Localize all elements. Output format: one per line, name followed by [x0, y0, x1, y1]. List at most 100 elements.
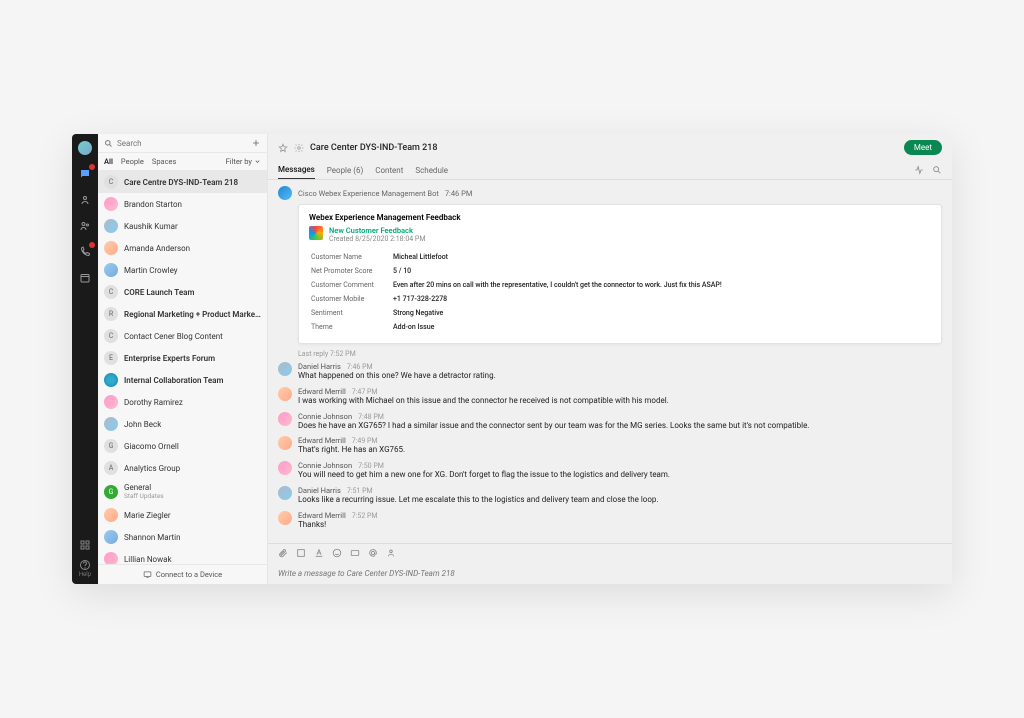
space-name: CORE Launch Team	[124, 288, 194, 297]
format-icon[interactable]	[314, 548, 324, 558]
chat-icon[interactable]	[77, 166, 93, 182]
message-author: Daniel Harris	[298, 362, 341, 371]
space-item[interactable]: Internal Collaboration Team	[98, 369, 267, 391]
card-field-value: 5 / 10	[393, 265, 929, 277]
emoji-icon[interactable]	[332, 548, 342, 558]
space-item[interactable]: John Beck	[98, 413, 267, 435]
card-table: Customer NameMicheal Littlefoot Net Promo…	[309, 249, 931, 335]
filter-spaces[interactable]: Spaces	[152, 157, 177, 166]
tab-schedule[interactable]: Schedule	[415, 162, 448, 179]
space-item[interactable]: RRegional Marketing + Product Marketing	[98, 303, 267, 325]
message-author: Connie Johnson	[298, 461, 352, 470]
favorite-icon[interactable]	[278, 143, 288, 153]
space-item[interactable]: Martin Crowley	[98, 259, 267, 281]
space-avatar: A	[104, 461, 118, 475]
space-item[interactable]: Brandon Starton	[98, 193, 267, 215]
space-avatar	[104, 530, 118, 544]
card-row: Net Promoter Score5 / 10	[311, 265, 929, 277]
settings-icon[interactable]	[294, 143, 304, 153]
space-avatar	[104, 508, 118, 522]
contacts-icon[interactable]	[77, 192, 93, 208]
compose-input[interactable]	[278, 569, 942, 578]
space-avatar: G	[104, 439, 118, 453]
card-field-value: Strong Negative	[393, 307, 929, 319]
calls-icon[interactable]	[77, 244, 93, 260]
filter-people[interactable]: People	[121, 157, 144, 166]
filter-row: All People Spaces Filter by	[98, 153, 267, 171]
space-item[interactable]: Marie Ziegler	[98, 504, 267, 526]
bot-header: Cisco Webex Experience Management Bot 7:…	[278, 186, 942, 200]
unread-badge	[89, 164, 95, 170]
space-item[interactable]: A Analytics Group	[98, 457, 267, 479]
activity-icon[interactable]	[914, 165, 924, 175]
space-item[interactable]: Kaushik Kumar	[98, 215, 267, 237]
message-text: You will need to get him a new one for X…	[298, 470, 942, 481]
card-field-value: Even after 20 mins on call with the repr…	[393, 279, 929, 291]
search-messages-icon[interactable]	[932, 165, 942, 175]
space-avatar: E	[104, 351, 118, 365]
help-button[interactable]: Help	[79, 559, 91, 578]
message: Daniel Harris7:46 PMWhat happened on thi…	[278, 362, 942, 382]
space-name: Brandon Starton	[124, 200, 182, 209]
message: Edward Merrill7:52 PMThanks!	[278, 511, 942, 531]
message: Daniel Harris7:51 PMLooks like a recurri…	[278, 486, 942, 506]
space-item[interactable]: CContact Cener Blog Content	[98, 325, 267, 347]
gif-icon[interactable]	[350, 548, 360, 558]
help-label: Help	[79, 571, 91, 578]
space-item[interactable]: Lillian Nowak	[98, 548, 267, 564]
space-avatar: C	[104, 175, 118, 189]
space-item[interactable]: CCORE Launch Team	[98, 281, 267, 303]
space-name: Contact Cener Blog Content	[124, 332, 223, 341]
calendar-icon[interactable]	[77, 270, 93, 286]
space-name: Analytics Group	[124, 464, 180, 473]
card-row: Customer NameMicheal Littlefoot	[311, 251, 929, 263]
card-row: ThemeAdd-on Issue	[311, 321, 929, 333]
add-icon[interactable]	[251, 138, 261, 148]
space-name: General	[124, 483, 164, 492]
space-item[interactable]: Shannon Martin	[98, 526, 267, 548]
message-time: 7:51 PM	[347, 487, 373, 495]
user-avatar[interactable]	[77, 140, 93, 156]
apps-icon[interactable]	[79, 539, 91, 551]
space-item[interactable]: GGeneralStaff Updates	[98, 479, 267, 504]
space-avatar	[104, 417, 118, 431]
space-name: Marie Ziegler	[124, 511, 171, 520]
screenshot-icon[interactable]	[296, 548, 306, 558]
attach-icon[interactable]	[278, 548, 288, 558]
search-input[interactable]	[117, 139, 247, 148]
message-time: 7:52 PM	[352, 512, 378, 520]
sidebar: All People Spaces Filter by CCare Centre…	[98, 134, 268, 584]
card-field-label: Sentiment	[311, 307, 391, 319]
mention-icon[interactable]	[368, 548, 378, 558]
people-icon[interactable]	[386, 548, 396, 558]
space-item[interactable]: Amanda Anderson	[98, 237, 267, 259]
message-time: 7:47 PM	[352, 388, 378, 396]
calls-badge	[89, 242, 95, 248]
filter-all[interactable]: All	[104, 157, 113, 166]
space-item[interactable]: Dorothy Ramirez	[98, 391, 267, 413]
connect-device[interactable]: Connect to a Device	[98, 564, 267, 584]
space-item[interactable]: CCare Centre DYS-IND-Team 218	[98, 171, 267, 193]
message-text: Does he have an XG765? I had a similar i…	[298, 421, 942, 432]
card-logo-icon	[309, 226, 323, 240]
card-field-value: +1 717-328-2278	[393, 293, 929, 305]
card-field-label: Net Promoter Score	[311, 265, 391, 277]
card-field-value: Micheal Littlefoot	[393, 251, 929, 263]
compose-bar	[268, 543, 952, 584]
card-field-label: Customer Mobile	[311, 293, 391, 305]
tab-content[interactable]: Content	[375, 162, 403, 179]
meet-button[interactable]: Meet	[904, 140, 942, 155]
filter-by-label: Filter by	[226, 157, 252, 166]
card-title: Webex Experience Management Feedback	[309, 213, 931, 222]
space-avatar	[104, 373, 118, 387]
filter-by[interactable]: Filter by	[226, 157, 261, 166]
message-time: 7:50 PM	[358, 462, 384, 470]
tab-messages[interactable]: Messages	[278, 161, 315, 179]
space-item[interactable]: EEnterprise Experts Forum	[98, 347, 267, 369]
message-avatar	[278, 387, 292, 401]
space-title: Care Center DYS-IND-Team 218	[310, 143, 437, 153]
space-item[interactable]: GGiacomo Ornell	[98, 435, 267, 457]
tab-people[interactable]: People (6)	[327, 162, 363, 179]
teams-icon[interactable]	[77, 218, 93, 234]
message-time: 7:48 PM	[358, 413, 384, 421]
